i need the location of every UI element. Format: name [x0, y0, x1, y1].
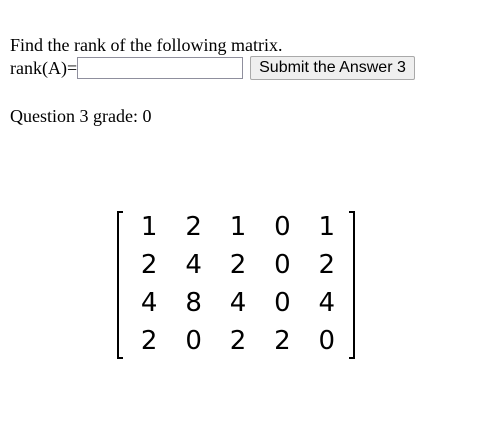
question-grade: Question 3 grade: 0	[10, 106, 151, 126]
matrix-right-bracket	[349, 211, 355, 359]
matrix-cell: 0	[274, 212, 291, 242]
matrix-cell: 0	[274, 288, 291, 318]
matrix-cell: 1	[229, 212, 247, 242]
grade-value: 0	[142, 106, 152, 126]
matrix-cells: 1 2 1 0 1 2 4 2 0 2 4 8 4 0 4 2 0 2 2 0	[127, 208, 349, 360]
matrix-cell: 4	[185, 250, 202, 280]
matrix-cell: 4	[229, 288, 247, 318]
grade-label: Question 3 grade:	[10, 106, 138, 126]
matrix-left-bracket	[117, 211, 123, 359]
matrix-a: 1 2 1 0 1 2 4 2 0 2 4 8 4 0 4 2 0 2 2 0	[117, 208, 355, 360]
matrix-cell: 1	[318, 212, 336, 242]
question-prompt: Find the rank of the following matrix.	[10, 35, 283, 55]
matrix-cell: 0	[274, 250, 291, 280]
matrix-cell: 0	[318, 326, 336, 356]
matrix-cell: 4	[140, 288, 158, 318]
matrix-cell: 8	[185, 288, 202, 318]
matrix-cell: 2	[185, 212, 202, 242]
matrix-cell: 0	[185, 326, 202, 356]
rank-answer-input[interactable]	[77, 57, 244, 79]
matrix-cell: 4	[318, 288, 336, 318]
matrix-cell: 2	[274, 326, 291, 356]
matrix-cell: 2	[318, 250, 336, 280]
matrix-cell: 2	[229, 250, 247, 280]
submit-answer-button[interactable]: Submit the Answer 3	[250, 56, 415, 80]
answer-label: rank(A)=	[10, 58, 78, 78]
answer-row: rank(A)= Submit the Answer 3	[10, 55, 415, 81]
matrix-cell: 1	[140, 212, 158, 242]
matrix-cell: 2	[140, 326, 158, 356]
matrix-cell: 2	[229, 326, 247, 356]
matrix-cell: 2	[140, 250, 158, 280]
